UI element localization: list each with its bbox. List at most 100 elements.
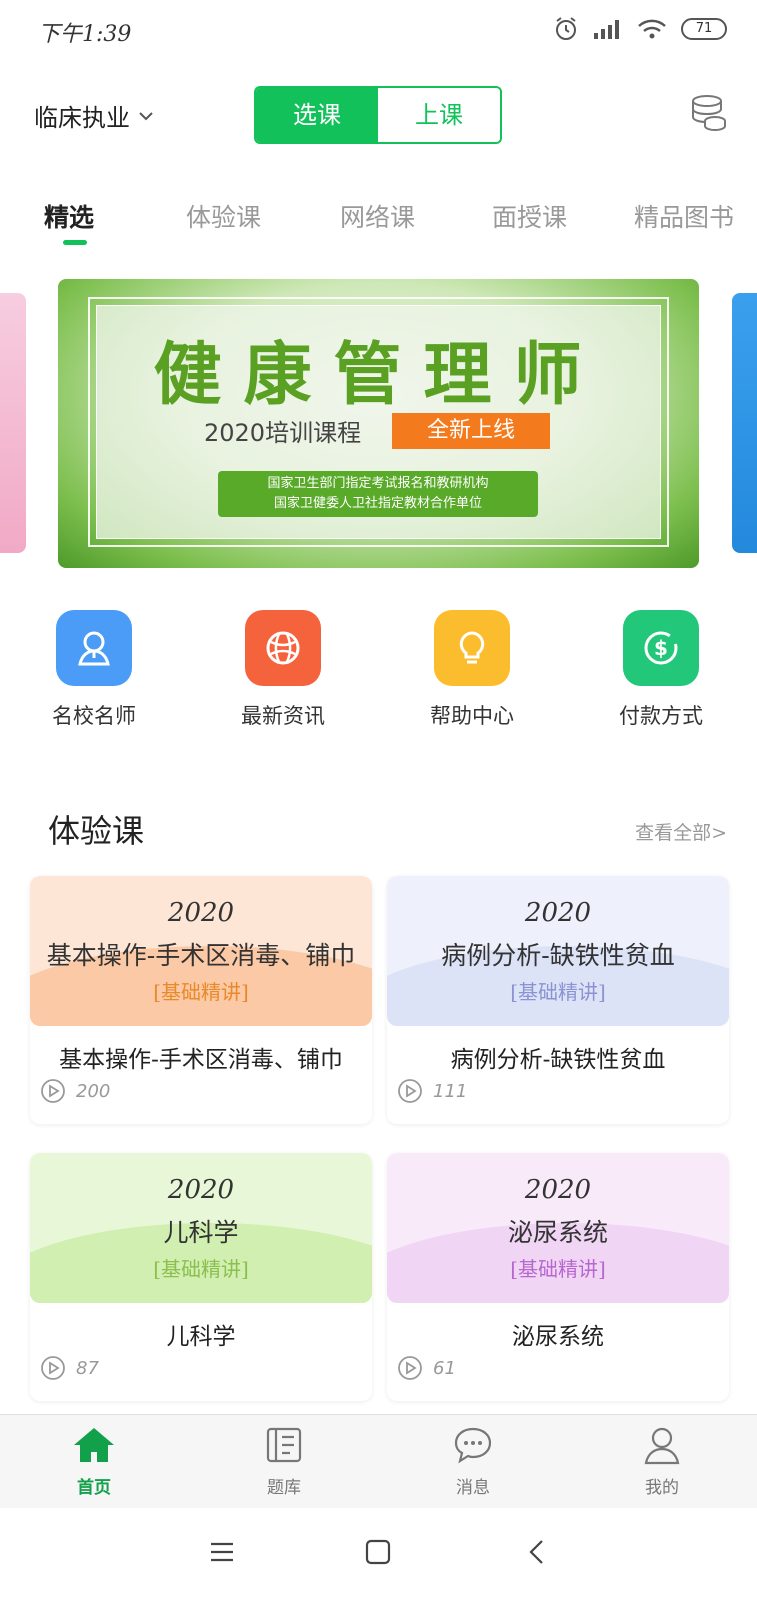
banner-prev-slide[interactable]: [0, 293, 26, 553]
course-cover: 2020 泌尿系统 [基础精讲]: [387, 1153, 729, 1303]
play-icon: [41, 1079, 65, 1103]
cover-tag: [基础精讲]: [153, 1257, 249, 1281]
message-icon: [454, 1427, 492, 1464]
quick-label: 付款方式: [619, 704, 703, 728]
cover-year: 2020: [167, 1175, 235, 1205]
tab-trial[interactable]: 体验课: [186, 198, 261, 234]
quick-label: 帮助中心: [430, 704, 514, 728]
cover-year: 2020: [524, 1175, 592, 1205]
section-title: 体验课: [48, 812, 145, 850]
status-time: 下午1:39: [38, 22, 132, 47]
cover-tag: [基础精讲]: [510, 980, 606, 1004]
banner-line-1: 国家卫生部门指定考试报名和教研机构: [267, 476, 489, 491]
tab-online[interactable]: 网络课: [340, 198, 415, 234]
tab-books[interactable]: 精品图书: [634, 198, 734, 234]
battery-indicator: 71: [681, 18, 727, 40]
quick-menu: 名校名师 最新资讯 帮助中心 $ 付款方式: [0, 610, 757, 740]
course-title: 泌尿系统: [512, 1324, 604, 1350]
nav-question-bank[interactable]: 题库: [224, 1425, 344, 1498]
banner-info-strip: 国家卫生部门指定考试报名和教研机构 国家卫健委人卫社指定教材合作单位: [218, 471, 538, 517]
cover-year: 2020: [167, 898, 235, 928]
course-card[interactable]: 2020 泌尿系统 [基础精讲] 泌尿系统 61: [387, 1153, 729, 1401]
status-icons: 71: [553, 16, 727, 42]
cover-tag: [基础精讲]: [153, 980, 249, 1004]
banner-title: 健康管理师: [153, 336, 604, 415]
play-count: 87: [40, 1355, 99, 1381]
exam-type-label: 临床执业: [34, 104, 130, 132]
menu-icon[interactable]: [208, 1538, 236, 1566]
lightbulb-icon: [434, 610, 510, 686]
course-title: 儿科学: [166, 1324, 236, 1350]
nav-profile[interactable]: 我的: [602, 1425, 722, 1498]
chevron-down-icon: [139, 111, 153, 120]
quick-label: 最新资讯: [241, 704, 325, 728]
play-count: 111: [397, 1078, 467, 1104]
status-bar: 下午1:39 71: [0, 0, 757, 62]
cover-tag: [基础精讲]: [510, 1257, 606, 1281]
nav-label: 消息: [456, 1478, 490, 1498]
course-title: 病例分析-缺铁性贫血: [450, 1047, 666, 1073]
mode-segmented-control: 选课 上课: [254, 86, 502, 144]
course-card[interactable]: 2020 基本操作-手术区消毒、铺巾 [基础精讲] 基本操作-手术区消毒、铺巾 …: [30, 876, 372, 1124]
banner-subtitle: 2020培训课程: [204, 419, 362, 447]
select-course-tab[interactable]: 选课: [256, 88, 378, 142]
quick-label: 名校名师: [52, 704, 136, 728]
globe-icon: [245, 610, 321, 686]
wifi-icon: [638, 19, 666, 39]
banner-line-2: 国家卫健委人卫社指定教材合作单位: [273, 496, 482, 511]
home-square-icon[interactable]: [364, 1538, 392, 1566]
play-count: 61: [397, 1355, 456, 1381]
nav-label: 题库: [267, 1478, 301, 1498]
signal-icon: [594, 20, 619, 39]
cover-name: 儿科学: [163, 1218, 239, 1247]
course-title: 基本操作-手术区消毒、铺巾: [59, 1047, 343, 1073]
cover-name: 泌尿系统: [507, 1218, 608, 1247]
bottom-navigation: 首页 题库 消息 我的: [0, 1414, 757, 1508]
exam-type-dropdown[interactable]: 临床执业: [34, 98, 154, 133]
system-navigation-bar: [0, 1508, 757, 1600]
play-count-value: 61: [433, 1357, 456, 1379]
quick-item-news[interactable]: 最新资讯: [218, 610, 348, 730]
banner-next-slide[interactable]: [732, 293, 757, 553]
question-bank-icon: [266, 1427, 302, 1463]
cover-name: 基本操作-手术区消毒、铺巾: [46, 941, 356, 970]
course-cover: 2020 儿科学 [基础精讲]: [30, 1153, 372, 1303]
nav-home[interactable]: 首页: [34, 1425, 154, 1498]
alarm-icon: [556, 17, 576, 40]
tab-featured[interactable]: 精选: [44, 198, 94, 234]
play-count-value: 111: [433, 1080, 468, 1102]
promo-banner[interactable]: 健康管理师 2020培训课程 全新上线 国家卫生部门指定考试报名和教研机构 国家…: [58, 279, 699, 568]
attend-class-tab[interactable]: 上课: [378, 88, 500, 142]
course-card[interactable]: 2020 儿科学 [基础精讲] 儿科学 87: [30, 1153, 372, 1401]
svg-text:$: $: [654, 636, 668, 660]
play-count-value: 200: [76, 1080, 111, 1102]
home-icon: [74, 1428, 114, 1462]
nav-label: 我的: [645, 1478, 679, 1498]
course-cover: 2020 病例分析-缺铁性贫血 [基础精讲]: [387, 876, 729, 1026]
play-count: 200: [40, 1078, 110, 1104]
profile-icon: [644, 1427, 680, 1465]
quick-item-help[interactable]: 帮助中心: [407, 610, 537, 730]
cover-name: 病例分析-缺铁性贫血: [441, 941, 675, 970]
nav-messages[interactable]: 消息: [413, 1425, 533, 1498]
play-icon: [398, 1356, 422, 1380]
quick-item-teachers[interactable]: 名校名师: [29, 610, 159, 730]
banner-badge: 全新上线: [392, 413, 550, 449]
back-icon[interactable]: [524, 1538, 552, 1566]
cover-year: 2020: [524, 898, 592, 928]
header: 临床执业 选课 上课: [0, 80, 757, 150]
play-icon: [41, 1356, 65, 1380]
category-tabs: 精选 体验课 网络课 面授课 精品图书: [0, 190, 757, 250]
tab-active-indicator: [63, 240, 87, 245]
quick-item-payment[interactable]: $ 付款方式: [596, 610, 726, 730]
course-cover: 2020 基本操作-手术区消毒、铺巾 [基础精讲]: [30, 876, 372, 1026]
play-count-value: 87: [76, 1357, 99, 1379]
play-icon: [398, 1079, 422, 1103]
tab-offline[interactable]: 面授课: [492, 198, 567, 234]
teacher-icon: [56, 610, 132, 686]
payment-icon: $: [623, 610, 699, 686]
course-card[interactable]: 2020 病例分析-缺铁性贫血 [基础精讲] 病例分析-缺铁性贫血 111: [387, 876, 729, 1124]
view-all-link[interactable]: 查看全部>: [635, 818, 727, 845]
database-icon[interactable]: [691, 94, 727, 132]
nav-label: 首页: [77, 1478, 111, 1498]
